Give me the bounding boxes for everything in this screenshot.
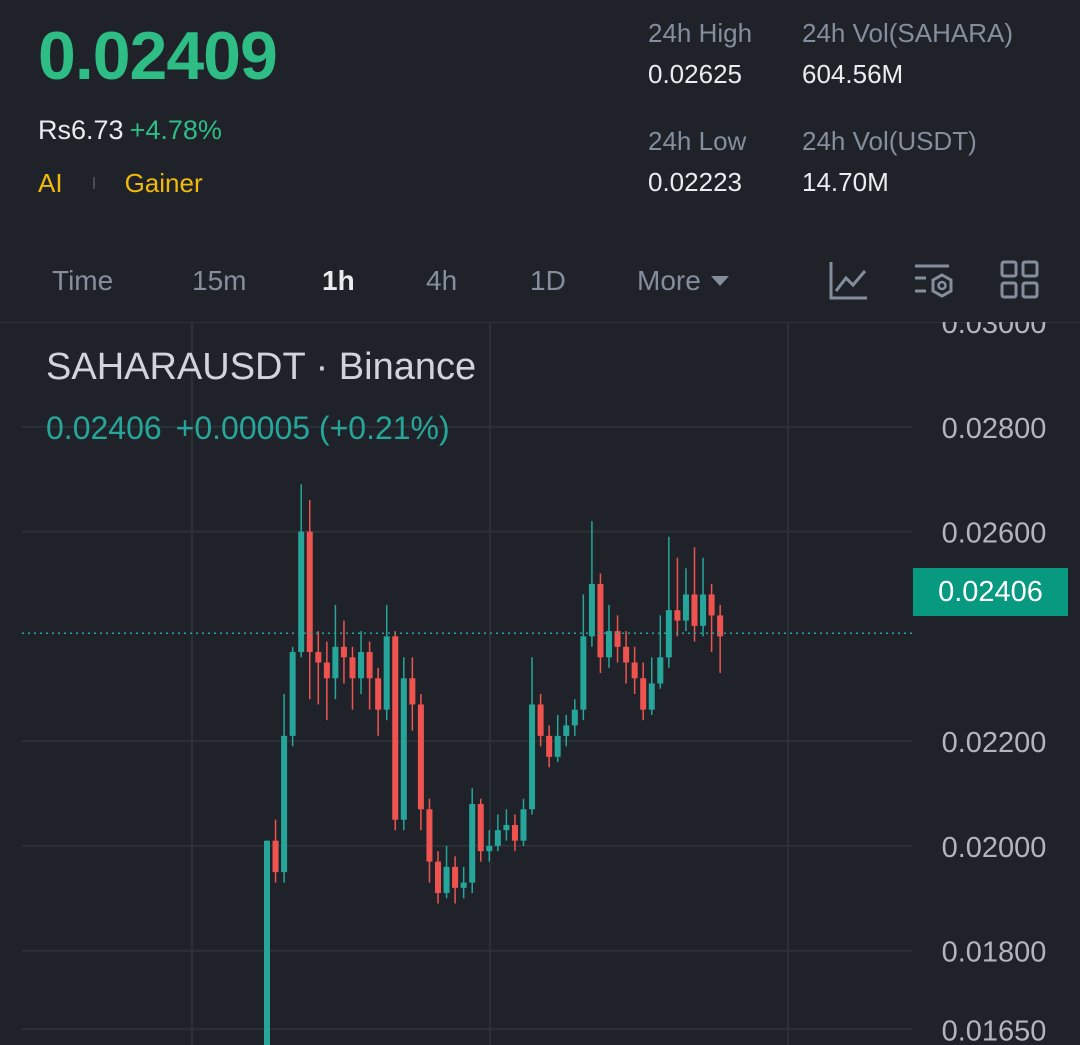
stat-value: 0.02223 [648,167,742,197]
candle-body [682,594,689,621]
interval-tabs: Time 15m 1h 4h 1D More [0,250,1080,314]
candle-body [511,824,518,841]
caret-down-icon [710,275,729,286]
candle-body [349,657,356,679]
grid-layout-icon[interactable] [998,258,1042,302]
legend-price: 0.02406 [46,410,162,446]
tab-more[interactable]: More [637,262,729,300]
candle-body [375,678,382,710]
candle-body [306,531,313,653]
candle-body [700,594,707,626]
candle-body [332,646,339,679]
candle-body [264,840,270,1045]
stat-value: 0.02625 [648,59,742,89]
y-tick-label: 0.02800 [942,413,1047,445]
y-tick-label: 0.03000 [942,322,1047,340]
y-tick-label: 0.02600 [942,518,1047,550]
y-tick-label: 0.01800 [942,937,1047,969]
ticker-header: 0.02409 Rs6.73 +4.78% AI Gainer 24h High 0… [0,0,1080,240]
y-axis: 0.03000 0.02800 0.02600 0.02200 0.02000 0.018… [942,322,1047,1045]
candle-body [708,594,715,616]
last-price: 0.02409 [38,18,278,94]
chart-legend-values: 0.02406 +0.00005 (+0.21%) [46,408,450,448]
candle-body [281,735,288,873]
tags-row: AI Gainer [38,166,203,200]
stat-24h-low: 24h Low 0.02223 [648,124,746,199]
stat-label: 24h Vol(SAHARA) [802,18,1013,48]
candle-body [529,704,536,810]
candle-body [366,652,373,679]
candle-body [272,840,279,873]
candle-body [477,804,484,852]
candle-body [537,704,544,736]
chart-settings-icon[interactable] [912,258,956,302]
stat-value: 14.70M [802,167,889,197]
candle-body [494,830,501,846]
candle-body [606,631,612,658]
candle-body [580,636,587,710]
change-percent: +4.78% [129,115,222,145]
candles [264,484,724,1045]
candle-body [417,704,424,810]
tab-4h[interactable]: 4h [426,262,457,300]
candle-body [503,824,510,831]
chart-symbol: SAHARAUSDT · Binance [46,346,477,388]
candle-body [400,678,407,820]
candle-body [383,636,390,710]
candle-body [358,652,365,679]
candle-body [315,652,322,663]
candle-body [426,809,433,862]
candle-body [460,882,467,888]
candle-body [546,735,553,757]
candle-body [435,861,441,894]
candle-body [640,678,647,710]
candle-body [588,583,595,637]
stat-24h-vol-quote: 24h Vol(USDT) 14.70M [802,124,977,199]
y-tick-label: 0.02200 [942,727,1047,759]
candle-body [443,866,450,894]
price-chart[interactable]: 0.03000 0.02800 0.02600 0.02200 0.02000 0.018… [0,322,1080,1045]
candle-body [554,735,561,757]
stat-24h-high: 24h High 0.02625 [648,16,752,91]
y-tick-label: 0.01650 [942,1015,1047,1045]
candle-body [648,683,655,710]
candle-body [323,662,330,679]
candle-body [486,845,493,852]
candle-body [520,809,527,841]
stat-label: 24h High [648,18,753,48]
legend-change: +0.00005 (+0.21%) [175,410,450,446]
candle-body [571,709,578,726]
candle-body [657,657,664,684]
candle-body [623,646,630,663]
stat-24h-vol-base: 24h Vol(SAHARA) 604.56M [802,16,1013,91]
tab-1h[interactable]: 1h [322,262,355,300]
tab-1d[interactable]: 1D [530,262,566,300]
candle-body [298,531,305,653]
last-price-badge: 0.02406 [913,568,1068,616]
tag-divider [92,177,95,190]
stat-label: 24h Vol(USDT) [802,126,977,156]
candle-body [674,610,681,621]
fiat-price: Rs6.73 [38,115,124,145]
tab-time[interactable]: Time [52,262,113,300]
more-label: More [637,265,701,296]
candle-body [409,678,416,705]
tab-15m[interactable]: 15m [192,262,246,300]
tag-gainer[interactable]: Gainer [125,168,203,198]
stat-label: 24h Low [648,126,747,156]
candle-body [452,866,459,888]
candle-body [469,804,476,883]
candle-body [631,662,638,679]
indicator-chart-icon[interactable] [827,258,871,302]
candle-body [392,636,399,820]
tag-ai[interactable]: AI [38,168,63,198]
candle-body [289,652,296,736]
candle-body [597,583,604,658]
stat-value: 604.56M [802,59,904,89]
fiat-row: Rs6.73 +4.78% [38,112,222,148]
candle-body [563,725,570,736]
y-tick-label: 0.02000 [942,832,1047,864]
candle-body [691,594,698,626]
candle-body [340,646,347,658]
